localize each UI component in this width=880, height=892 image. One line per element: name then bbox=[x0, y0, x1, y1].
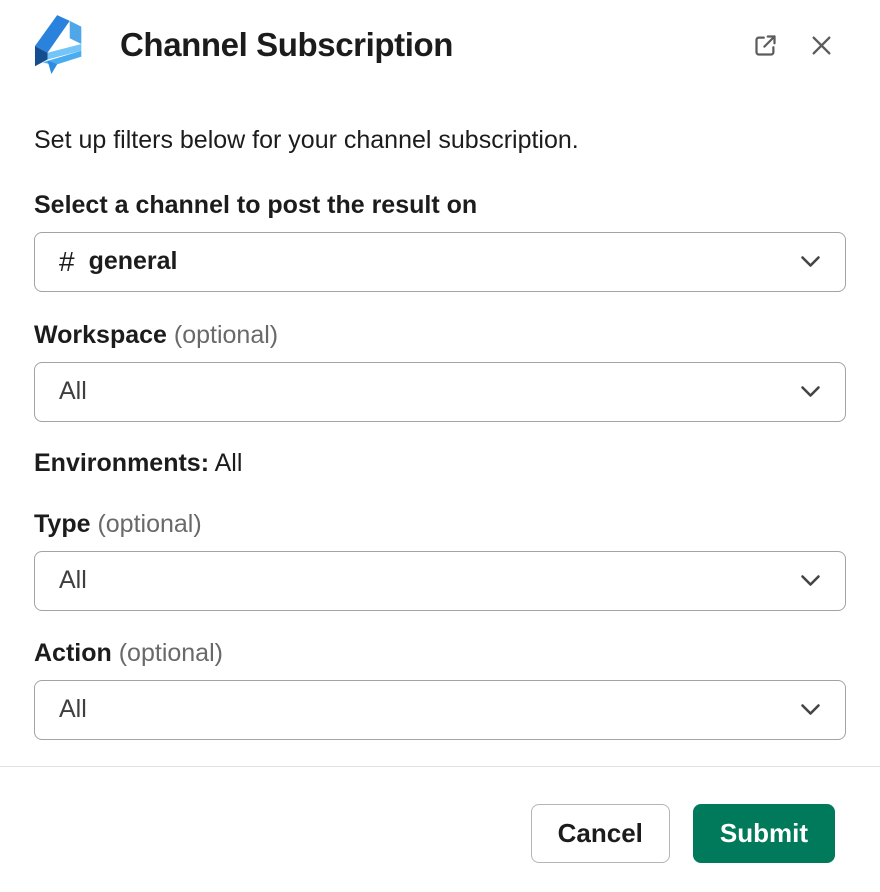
environments-value: All bbox=[215, 449, 243, 477]
intro-text: Set up filters below for your channel su… bbox=[34, 126, 846, 156]
workspace-select-value: All bbox=[59, 379, 87, 404]
type-field: Type (optional) All bbox=[34, 510, 846, 611]
external-link-icon[interactable] bbox=[752, 32, 779, 59]
type-select[interactable]: All bbox=[34, 551, 846, 611]
action-select-value: All bbox=[59, 697, 87, 722]
modal-title: Channel Subscription bbox=[120, 26, 453, 64]
channel-field: Select a channel to post the result on #… bbox=[34, 191, 846, 292]
submit-button[interactable]: Submit bbox=[693, 804, 835, 863]
modal-footer: Cancel Submit bbox=[0, 767, 880, 863]
action-optional-hint: (optional) bbox=[119, 639, 223, 667]
header-actions bbox=[752, 32, 846, 59]
action-field-label: Action (optional) bbox=[34, 639, 846, 668]
environments-text: Environments: All bbox=[34, 449, 846, 478]
workspace-select[interactable]: All bbox=[34, 362, 846, 422]
chevron-down-icon bbox=[800, 255, 821, 268]
workspace-field-label: Workspace (optional) bbox=[34, 321, 846, 350]
environments-label: Environments: bbox=[34, 449, 209, 477]
chevron-down-icon bbox=[800, 703, 821, 716]
channel-select-value: general bbox=[89, 249, 178, 274]
workspace-field: Workspace (optional) All bbox=[34, 321, 846, 422]
modal-body: Set up filters below for your channel su… bbox=[0, 126, 880, 740]
action-field: Action (optional) All bbox=[34, 639, 846, 740]
action-select[interactable]: All bbox=[34, 680, 846, 740]
close-icon[interactable] bbox=[809, 33, 834, 58]
type-field-label: Type (optional) bbox=[34, 510, 846, 539]
channel-field-label: Select a channel to post the result on bbox=[34, 191, 846, 220]
chevron-down-icon bbox=[800, 385, 821, 398]
chevron-down-icon bbox=[800, 574, 821, 587]
type-optional-hint: (optional) bbox=[97, 510, 201, 538]
cancel-button[interactable]: Cancel bbox=[531, 804, 670, 863]
channel-select[interactable]: # general bbox=[34, 232, 846, 292]
modal-header: Channel Subscription bbox=[0, 0, 880, 76]
app-logo-icon bbox=[34, 14, 90, 76]
workspace-optional-hint: (optional) bbox=[174, 321, 278, 349]
channel-subscription-modal: Channel Subscription Set up filters belo… bbox=[0, 0, 880, 892]
channel-hash-icon: # bbox=[59, 248, 75, 276]
type-select-value: All bbox=[59, 568, 87, 593]
